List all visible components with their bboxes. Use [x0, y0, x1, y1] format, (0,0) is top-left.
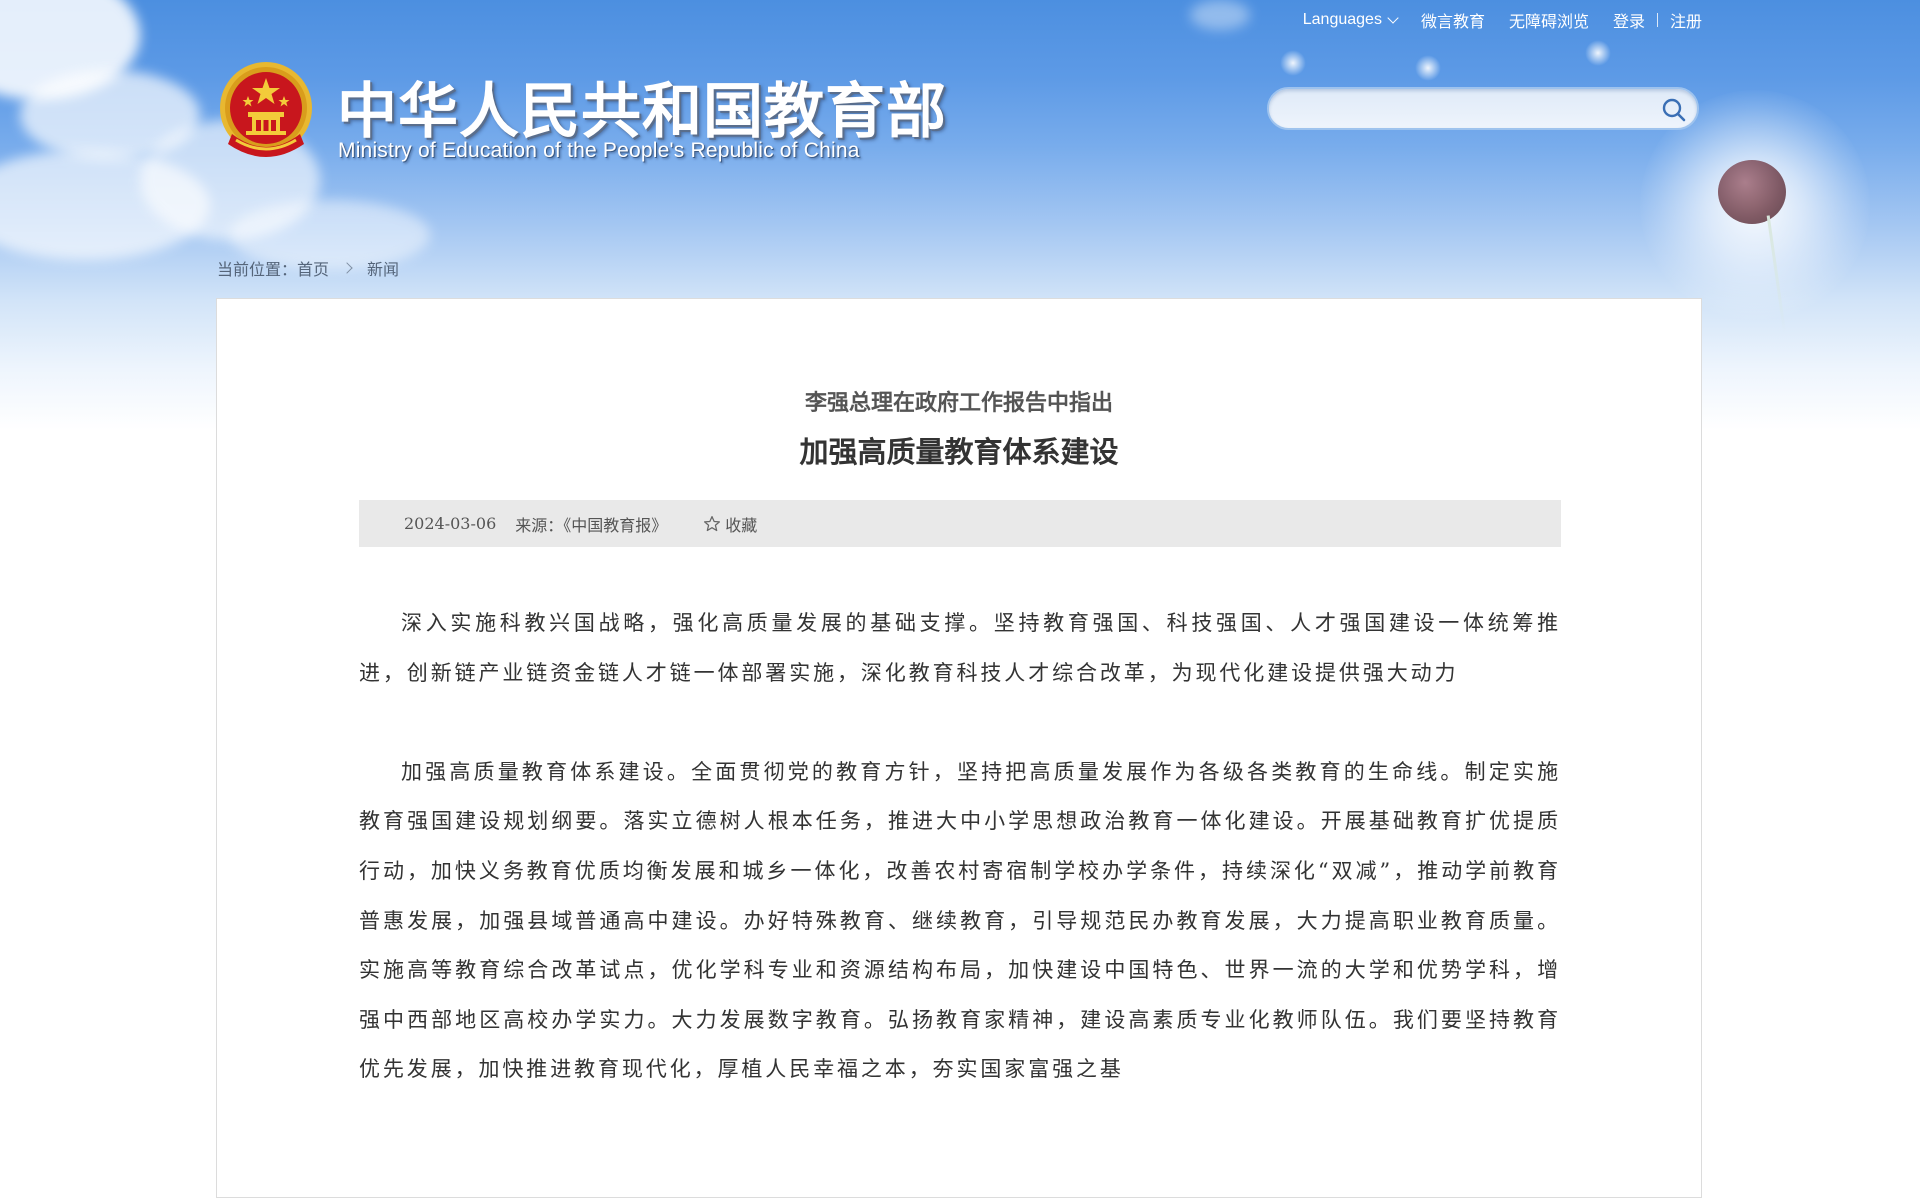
weiyan-link[interactable]: 微言教育	[1421, 8, 1485, 32]
dandelion-seed-decoration	[1585, 40, 1611, 66]
article-source: 来源：《中国教育报》	[515, 515, 668, 535]
star-icon	[704, 515, 721, 531]
breadcrumb-home-link[interactable]: 首页	[297, 256, 329, 280]
article-card: 李强总理在政府工作报告中指出 加强高质量教育体系建设 2024-03-06 来源…	[216, 298, 1702, 1198]
article-body: 深入实施科教兴国战略，强化高质量发展的基础支撑。坚持教育强国、科技强国、人才强国…	[359, 599, 1561, 1145]
accessible-browsing-link[interactable]: 无障碍浏览	[1509, 8, 1589, 32]
chevron-right-icon	[341, 262, 353, 274]
languages-dropdown[interactable]: Languages	[1302, 11, 1399, 29]
breadcrumb-current-link[interactable]: 新闻	[367, 256, 399, 280]
article-paragraph: 深入实施科教兴国战略，强化高质量发展的基础支撑。坚持教育强国、科技强国、人才强国…	[359, 611, 1561, 685]
dandelion-seed-decoration	[1415, 55, 1441, 81]
site-title-cn: 中华人民共和国教育部	[337, 77, 947, 147]
languages-label: Languages	[1302, 11, 1382, 28]
article-meta-bar: 2024-03-06 来源：《中国教育报》 收藏	[359, 500, 1561, 547]
national-emblem-icon[interactable]	[218, 62, 314, 166]
search-bar	[1267, 87, 1699, 130]
site-title-en: Ministry of Education of the People's Re…	[338, 139, 860, 162]
favorite-label: 收藏	[725, 515, 758, 535]
dandelion-decoration	[1718, 160, 1786, 224]
divider	[1656, 13, 1658, 27]
login-link[interactable]: 登录	[1613, 8, 1645, 32]
cloud-decoration	[1190, 0, 1250, 30]
article-title: 加强高质量教育体系建设	[799, 435, 1119, 469]
favorite-button[interactable]: 收藏	[703, 512, 757, 536]
article-paragraph: 加强高质量教育体系建设。全面贯彻党的教育方针，坚持把高质量发展作为各级各类教育的…	[359, 759, 1561, 1082]
search-icon[interactable]	[1661, 97, 1687, 123]
article-date: 2024-03-06	[404, 514, 497, 533]
breadcrumb-prefix: 当前位置：	[217, 260, 298, 279]
search-input[interactable]	[1285, 95, 1649, 124]
dandelion-seed-decoration	[1280, 50, 1306, 76]
breadcrumb: 当前位置： 首页 新闻	[217, 256, 399, 280]
article-subtitle: 李强总理在政府工作报告中指出	[804, 391, 1113, 416]
register-link[interactable]: 注册	[1670, 8, 1702, 32]
top-links-bar: Languages 微言教育 无障碍浏览 登录 注册	[1303, 8, 1702, 32]
chevron-down-icon	[1387, 12, 1399, 24]
